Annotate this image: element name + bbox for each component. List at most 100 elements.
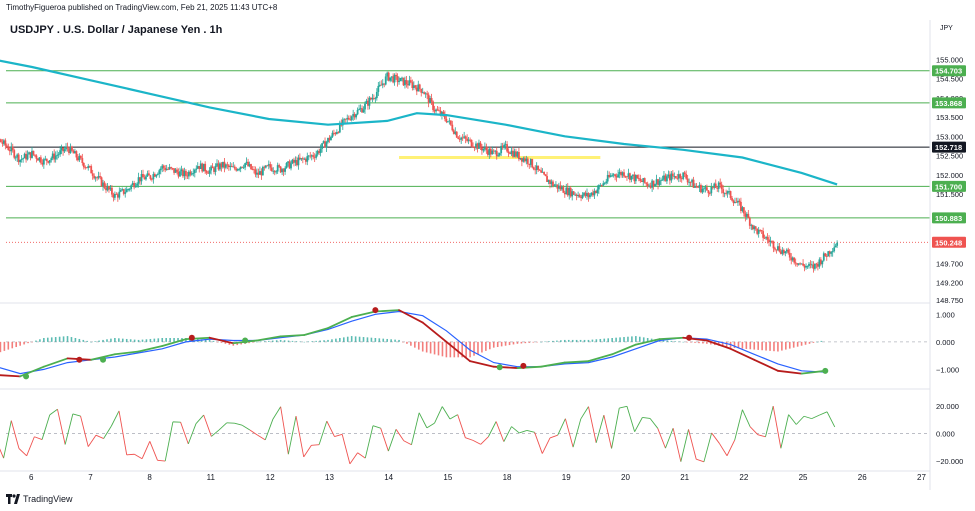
oscillator-line xyxy=(249,429,258,436)
macd-histogram-bar xyxy=(749,341,752,350)
macd-histogram-bar xyxy=(508,341,511,346)
x-tick-label: 12 xyxy=(266,473,275,482)
x-tick-label: 21 xyxy=(680,473,689,482)
level-label: 150.883 xyxy=(935,214,962,223)
candle-body xyxy=(589,194,591,198)
candle-body xyxy=(472,146,474,148)
candle-body xyxy=(162,165,165,168)
candle-body xyxy=(430,98,433,102)
macd-histogram-bar xyxy=(465,341,467,358)
macd-histogram-bar xyxy=(141,339,144,342)
candle-body xyxy=(710,186,713,194)
macd-histogram-bar xyxy=(611,338,613,342)
macd-cross-dot xyxy=(520,362,527,369)
candle-body xyxy=(617,174,619,178)
oscillator-pane[interactable] xyxy=(0,405,930,465)
oscillator-line xyxy=(318,420,328,445)
macd-fast-line xyxy=(279,334,306,338)
macd-histogram-bar xyxy=(552,340,554,342)
macd-histogram-bar xyxy=(571,339,574,342)
oscillator-line xyxy=(472,439,481,445)
candle-body xyxy=(211,166,214,169)
oscillator-line xyxy=(357,452,366,459)
macd-pane[interactable] xyxy=(0,307,930,380)
oscillator-line xyxy=(680,429,689,462)
candle-body xyxy=(695,186,698,187)
candle-body xyxy=(350,116,353,120)
oscillator-line xyxy=(572,418,582,448)
candle-body xyxy=(250,164,252,170)
candle-body xyxy=(45,158,48,162)
candle-body xyxy=(661,179,664,181)
oscillator-line xyxy=(480,436,489,445)
candle-body xyxy=(315,154,318,158)
macd-histogram-bar xyxy=(635,336,637,342)
candle-body xyxy=(325,142,328,148)
oscillator-line xyxy=(795,415,805,425)
candle-body xyxy=(645,182,648,184)
macd-histogram-bar xyxy=(54,337,57,342)
candle-body xyxy=(707,190,710,194)
oscillator-line xyxy=(95,434,104,439)
oscillator-line xyxy=(549,434,558,439)
macd-histogram-bar xyxy=(35,340,37,342)
oscillator-line xyxy=(734,409,743,441)
candle-body xyxy=(623,172,625,177)
macd-histogram-bar xyxy=(544,341,546,343)
candle-body xyxy=(57,154,60,156)
candle-body xyxy=(729,191,732,199)
macd-histogram-bar xyxy=(271,340,274,342)
price-tick-label: 152.000 xyxy=(936,171,963,180)
candle-body xyxy=(778,246,781,252)
candle-body xyxy=(482,148,485,151)
macd-histogram-bar xyxy=(500,341,503,347)
candle-body xyxy=(497,155,500,157)
footer[interactable]: TradingView xyxy=(6,494,73,504)
macd-histogram-bar xyxy=(406,341,408,344)
macd-signal-line xyxy=(0,310,826,375)
macd-histogram-bar xyxy=(556,340,558,342)
candle-body xyxy=(457,137,460,139)
macd-histogram-bar xyxy=(516,341,519,344)
macd-histogram-bar xyxy=(816,341,819,343)
candle-body xyxy=(611,175,614,177)
macd-histogram-bar xyxy=(785,341,787,350)
price-tick-label: 155.000 xyxy=(936,55,963,64)
oscillator-line xyxy=(164,421,174,462)
x-tick-label: 13 xyxy=(325,473,334,482)
oscillator-line xyxy=(149,441,158,461)
price-pane[interactable] xyxy=(0,55,930,273)
candle-body xyxy=(63,149,66,152)
candle-body xyxy=(562,187,565,193)
macd-histogram-bar xyxy=(532,341,535,343)
macd-histogram-bar xyxy=(86,340,89,342)
candle-body xyxy=(20,159,23,160)
candle-body xyxy=(742,207,745,214)
chart-canvas[interactable]: 155.000154.500154.000153.500153.000152.5… xyxy=(0,0,975,511)
macd-histogram-bar xyxy=(686,341,688,343)
candle-body xyxy=(671,173,674,177)
tradingview-logo-icon xyxy=(6,494,20,504)
macd-histogram-bar xyxy=(94,341,96,342)
candle-body xyxy=(208,170,211,174)
candle-body xyxy=(355,114,358,118)
macd-histogram-bar xyxy=(58,336,61,342)
candle-body xyxy=(35,155,38,159)
oscillator-line xyxy=(619,405,628,409)
oscillator-line xyxy=(349,452,358,465)
macd-histogram-bar xyxy=(145,339,148,342)
macd-histogram-bar xyxy=(299,341,302,343)
macd-histogram-bar xyxy=(319,340,321,342)
candle-body xyxy=(290,163,292,169)
macd-cross-dot xyxy=(496,364,503,371)
macd-histogram-bar xyxy=(642,337,645,342)
oscillator-line xyxy=(580,406,589,420)
oscillator-line xyxy=(626,406,636,432)
macd-histogram-bar xyxy=(78,338,81,342)
oscillator-line xyxy=(87,434,97,447)
oscillator-line xyxy=(819,411,828,416)
oscillator-line xyxy=(326,420,335,437)
candle-body xyxy=(71,146,73,151)
oscillator-line xyxy=(387,429,397,452)
macd-fast-line xyxy=(729,347,756,361)
